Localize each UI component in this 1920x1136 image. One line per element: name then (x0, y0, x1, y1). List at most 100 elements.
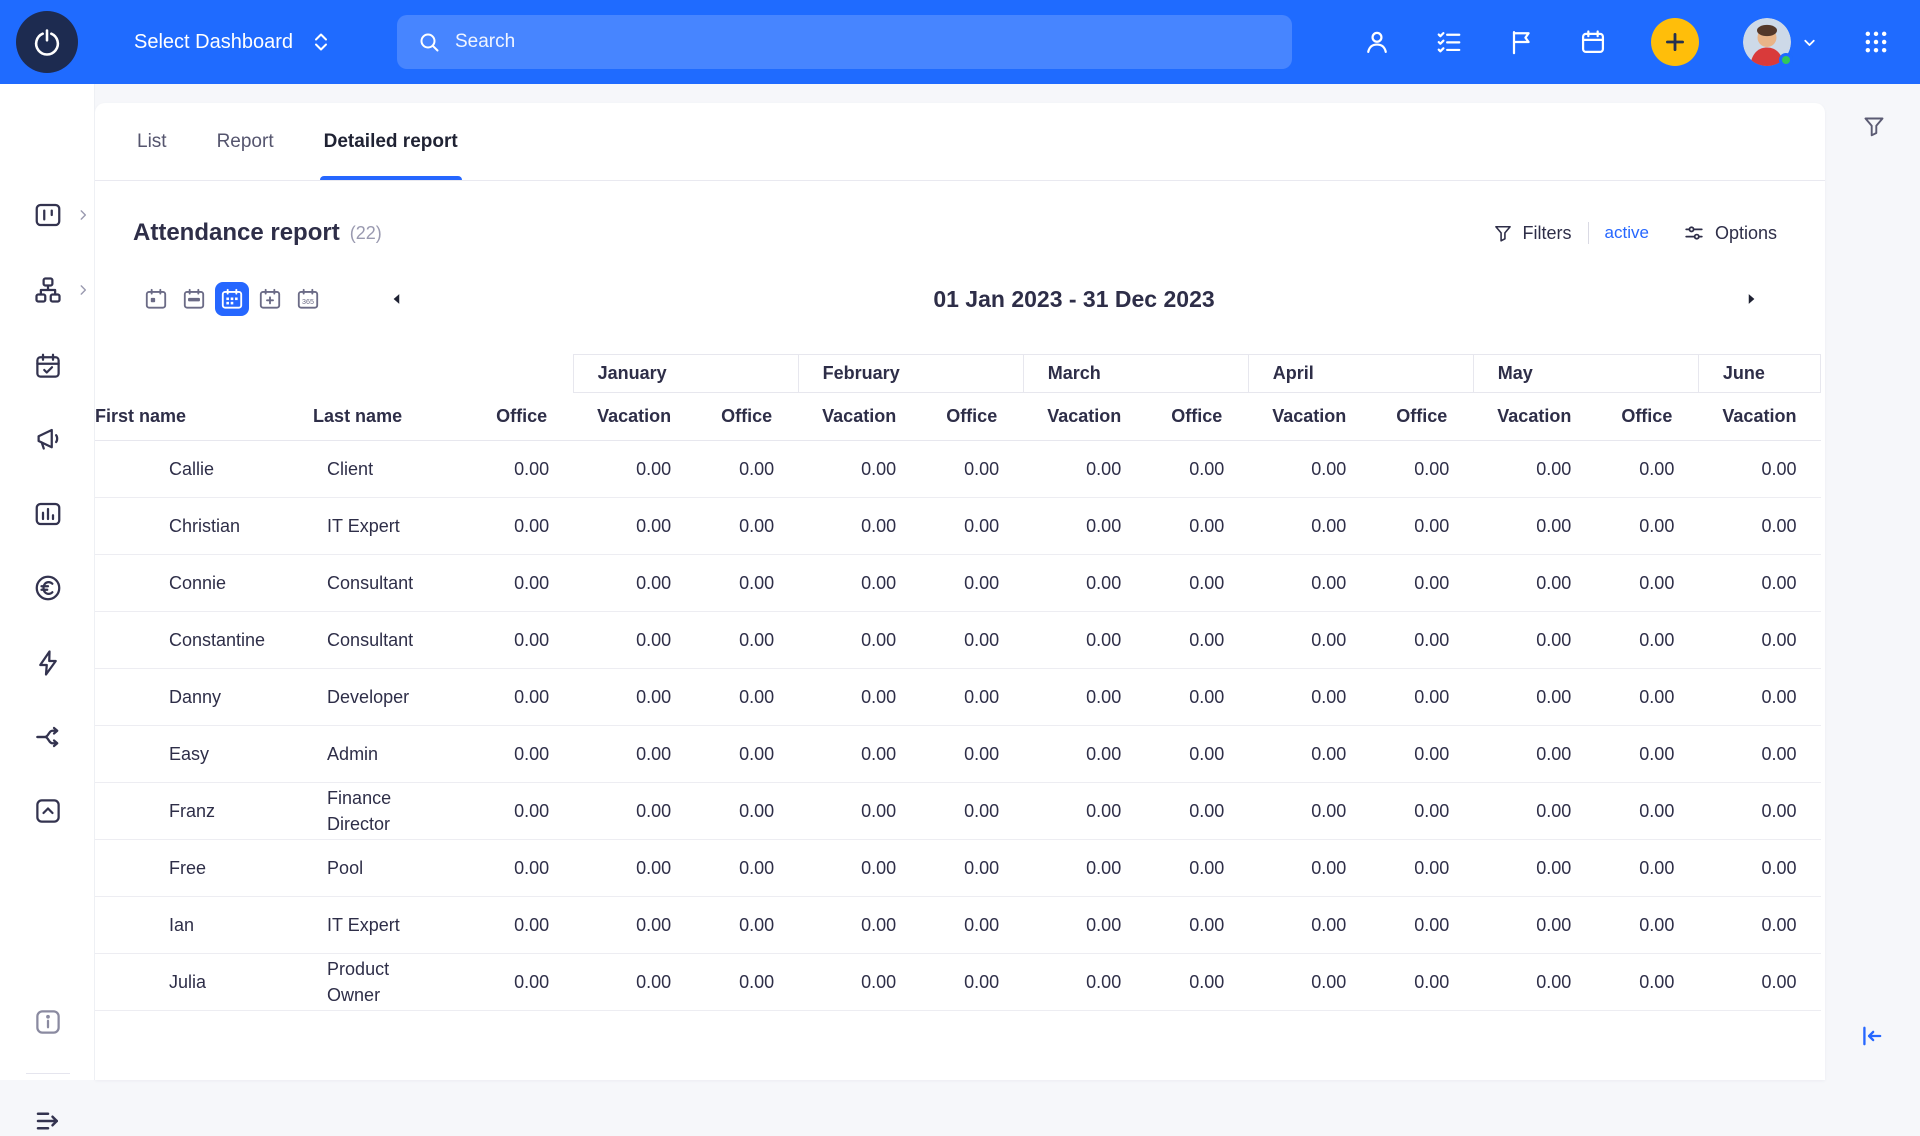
sidebar-announcement-icon[interactable] (33, 424, 63, 454)
value-cell: 0.00 (573, 498, 695, 555)
value-cell: 0.00 (573, 726, 695, 783)
previous-period-button[interactable] (383, 285, 411, 313)
filter-panel-icon[interactable] (1862, 114, 1886, 138)
value-cell: 0.00 (1698, 612, 1820, 669)
table-row: ChristianIT Expert0.000.000.000.000.000.… (95, 498, 1821, 555)
info-icon[interactable] (33, 1007, 63, 1037)
options-button[interactable]: Options (1683, 222, 1777, 244)
value-cell: 0.00 (470, 441, 573, 498)
search-input[interactable] (455, 31, 1272, 53)
tasks-icon[interactable] (1435, 28, 1463, 56)
value-cell: 0.00 (573, 840, 695, 897)
range-selector: 365 (139, 282, 325, 316)
value-cell: 0.00 (573, 669, 695, 726)
sidebar-attendance-icon[interactable] (33, 351, 63, 381)
sidebar-divider (26, 1073, 70, 1074)
table-corner (95, 355, 573, 393)
value-cell: 0.00 (1145, 840, 1248, 897)
value-cell: 0.00 (1248, 498, 1370, 555)
dashboard-selector-label: Select Dashboard (134, 31, 293, 54)
main-area: List Report Detailed report Attendance r… (95, 84, 1920, 1080)
value-cell: 0.00 (695, 783, 798, 840)
value-cell: 0.00 (470, 840, 573, 897)
table-row: DannyDeveloper0.000.000.000.000.000.000.… (95, 669, 1821, 726)
sidebar-workflows-icon[interactable] (33, 722, 63, 752)
value-cell: 0.00 (1248, 555, 1370, 612)
tab-report[interactable]: Report (213, 103, 278, 180)
value-cell: 0.00 (1698, 498, 1820, 555)
value-cell: 0.00 (695, 726, 798, 783)
active-filter-link[interactable]: active (1605, 223, 1649, 243)
next-period-button[interactable] (1737, 285, 1765, 313)
range-week-icon[interactable] (177, 282, 211, 316)
add-button[interactable] (1651, 18, 1699, 66)
value-cell: 0.00 (920, 726, 1023, 783)
sidebar-square-chevron-up-icon[interactable] (33, 796, 63, 826)
sidebar-org-chart-icon[interactable] (33, 275, 63, 305)
app-logo[interactable] (16, 11, 78, 73)
value-cell: 0.00 (1595, 897, 1698, 954)
plus-icon (1662, 29, 1688, 55)
last-name-cell: Developer (313, 669, 470, 726)
value-cell: 0.00 (1370, 726, 1473, 783)
value-cell: 0.00 (1023, 954, 1145, 1011)
value-cell: 0.00 (920, 954, 1023, 1011)
sidebar-dashboard-expand-icon[interactable] (76, 208, 90, 222)
month-header: February (798, 355, 1023, 393)
sidebar-dashboard-icon[interactable] (33, 200, 63, 230)
value-cell: 0.00 (1595, 954, 1698, 1011)
range-day-icon[interactable] (139, 282, 173, 316)
value-cell: 0.00 (920, 783, 1023, 840)
office-subheader: Office (695, 393, 798, 441)
dashboard-selector[interactable]: Select Dashboard (134, 31, 331, 54)
table-row: ConstantineConsultant0.000.000.000.000.0… (95, 612, 1821, 669)
vacation-subheader: Vacation (1473, 393, 1595, 441)
user-icon[interactable] (1363, 28, 1391, 56)
value-cell: 0.00 (470, 954, 573, 1011)
user-menu[interactable] (1743, 18, 1818, 66)
value-cell: 0.00 (1370, 555, 1473, 612)
value-cell: 0.00 (1248, 441, 1370, 498)
value-cell: 0.00 (1595, 498, 1698, 555)
collapse-panel-icon[interactable] (1858, 1022, 1886, 1050)
value-cell: 0.00 (1023, 840, 1145, 897)
sidebar-reports-icon[interactable] (33, 499, 63, 529)
last-name-cell: Admin (313, 726, 470, 783)
avatar[interactable] (1743, 18, 1791, 66)
filters-button[interactable]: Filters (1523, 223, 1572, 244)
attendance-table: JanuaryFebruaryMarchAprilMayJuneFirst na… (95, 354, 1821, 1011)
options-label: Options (1715, 223, 1777, 244)
first-name-cell: Connie (95, 555, 313, 612)
value-cell: 0.00 (1023, 669, 1145, 726)
value-cell: 0.00 (1473, 498, 1595, 555)
value-cell: 0.00 (1248, 669, 1370, 726)
search-bar[interactable] (397, 15, 1292, 69)
table-row: ConnieConsultant0.000.000.000.000.000.00… (95, 555, 1821, 612)
value-cell: 0.00 (1698, 897, 1820, 954)
range-custom-icon[interactable] (253, 282, 287, 316)
filter-funnel-icon[interactable] (1493, 223, 1513, 243)
value-cell: 0.00 (573, 555, 695, 612)
sidebar-automation-bolt-icon[interactable] (33, 648, 63, 678)
range-year-icon[interactable]: 365 (291, 282, 325, 316)
sidebar-org-chart-expand-icon[interactable] (76, 283, 90, 297)
tab-list[interactable]: List (133, 103, 171, 180)
report-title-row: Attendance report (22) Filters active Op… (95, 205, 1825, 261)
last-name-cell: Finance Director (313, 783, 470, 840)
sidebar-payroll-euro-icon[interactable] (33, 573, 63, 603)
value-cell: 0.00 (798, 840, 920, 897)
value-cell: 0.00 (573, 612, 695, 669)
expand-sidebar-icon[interactable] (33, 1106, 63, 1136)
flag-icon[interactable] (1507, 28, 1535, 56)
record-count: (22) (350, 223, 382, 244)
tab-detailed-report[interactable]: Detailed report (320, 103, 462, 180)
value-cell: 0.00 (695, 441, 798, 498)
value-cell: 0.00 (695, 840, 798, 897)
range-month-icon[interactable] (215, 282, 249, 316)
apps-grid-icon[interactable] (1862, 28, 1890, 56)
value-cell: 0.00 (920, 840, 1023, 897)
value-cell: 0.00 (1370, 840, 1473, 897)
value-cell: 0.00 (1023, 498, 1145, 555)
value-cell: 0.00 (1145, 555, 1248, 612)
calendar-icon[interactable] (1579, 28, 1607, 56)
